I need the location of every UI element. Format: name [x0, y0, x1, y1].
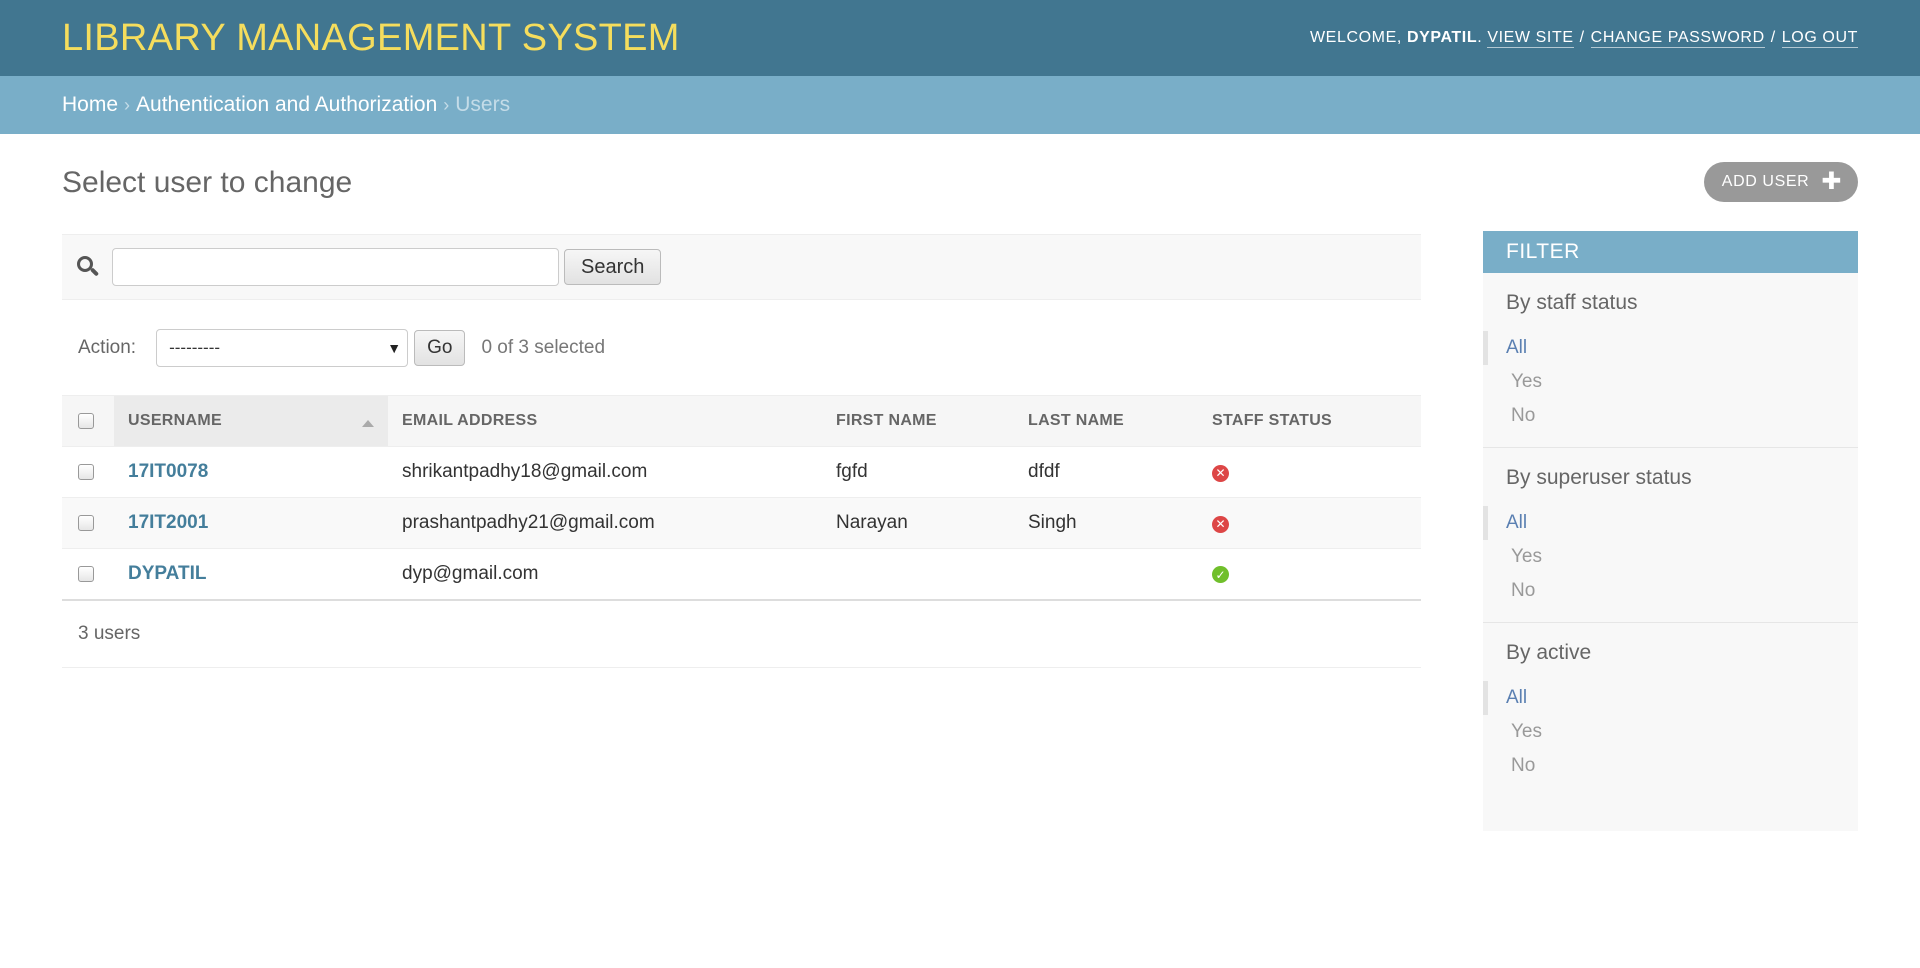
user-tools: WELCOME, DYPATIL. VIEW SITE / CHANGE PAS…	[1309, 28, 1858, 48]
go-button[interactable]: Go	[414, 329, 466, 366]
table-row: 17IT2001 prashantpadhy21@gmail.com Naray…	[62, 497, 1421, 549]
action-selected-value: ---------	[169, 337, 221, 357]
filter-option-all[interactable]: All	[1483, 681, 1858, 715]
row-checkbox[interactable]	[78, 565, 94, 582]
email-cell: shrikantpadhy18@gmail.com	[388, 446, 822, 498]
email-cell: prashantpadhy21@gmail.com	[388, 497, 822, 549]
username-link[interactable]: DYPATIL	[128, 563, 206, 584]
welcome-text: WELCOME,	[1309, 29, 1402, 46]
paginator: 3 users	[62, 601, 1421, 668]
filter-option-yes[interactable]: Yes	[1483, 540, 1858, 574]
search-icon	[76, 255, 100, 279]
action-label: Action:	[78, 336, 137, 358]
select-all-header	[62, 395, 114, 447]
column-header-staff-status[interactable]: STAFF STATUS	[1198, 395, 1421, 447]
breadcrumb-auth[interactable]: Authentication and Authorization	[136, 93, 437, 117]
site-title[interactable]: LIBRARY MANAGEMENT SYSTEM	[62, 17, 680, 60]
username-link[interactable]: 17IT0078	[128, 461, 208, 482]
last-name-cell	[1014, 548, 1198, 601]
last-name-cell: Singh	[1014, 497, 1198, 549]
filter-heading: By staff status	[1506, 291, 1638, 314]
column-header-email[interactable]: EMAIL ADDRESS	[388, 395, 822, 447]
add-user-label: ADD USER	[1721, 173, 1810, 190]
email-cell: dyp@gmail.com	[388, 548, 822, 601]
search-bar: Search	[62, 234, 1421, 300]
check-circle-icon: ✓	[1212, 566, 1229, 584]
row-checkbox[interactable]	[78, 463, 94, 480]
view-site-link[interactable]: VIEW SITE	[1487, 29, 1574, 48]
filter-group-staff-status: By staff status All Yes No	[1483, 273, 1858, 448]
table-header-row: USERNAME EMAIL ADDRESS FIRST NAME LAST N…	[62, 395, 1421, 447]
row-checkbox[interactable]	[78, 514, 94, 531]
filter-panel: FILTER By staff status All Yes No By sup…	[1483, 231, 1858, 831]
header: LIBRARY MANAGEMENT SYSTEM WELCOME, DYPAT…	[0, 0, 1920, 76]
breadcrumb-home[interactable]: Home	[62, 93, 118, 117]
page-title: Select user to change	[62, 166, 353, 199]
caret-down-icon: ▼	[387, 339, 402, 356]
x-circle-icon: ✕	[1212, 515, 1229, 533]
changelist: Search Action: --------- ▼ Go 0 of 3 sel…	[62, 234, 1421, 668]
username-link[interactable]: 17IT2001	[128, 512, 208, 533]
search-button[interactable]: Search	[564, 249, 662, 285]
filter-title: FILTER	[1483, 231, 1858, 273]
actions-bar: Action: --------- ▼ Go 0 of 3 selected	[62, 300, 1421, 395]
first-name-cell: Narayan	[822, 497, 1014, 549]
column-header-last-name[interactable]: LAST NAME	[1014, 395, 1198, 447]
current-username: DYPATIL	[1406, 29, 1478, 46]
filter-heading: By superuser status	[1506, 466, 1692, 489]
filter-option-all[interactable]: All	[1483, 331, 1858, 365]
select-all-checkbox[interactable]	[78, 412, 94, 429]
filter-option-no[interactable]: No	[1483, 574, 1858, 608]
breadcrumb-current: Users	[455, 93, 511, 116]
sort-ascending-icon[interactable]	[362, 420, 374, 427]
filter-option-yes[interactable]: Yes	[1483, 365, 1858, 399]
results-table: USERNAME EMAIL ADDRESS FIRST NAME LAST N…	[62, 395, 1421, 601]
action-select[interactable]: --------- ▼	[156, 328, 409, 367]
breadcrumb: Home › Authentication and Authorization …	[0, 76, 1920, 134]
first-name-cell: fgfd	[822, 446, 1014, 498]
first-name-cell	[822, 548, 1014, 601]
table-row: 17IT0078 shrikantpadhy18@gmail.com fgfd …	[62, 446, 1421, 498]
change-password-link[interactable]: CHANGE PASSWORD	[1590, 29, 1765, 48]
filter-heading: By active	[1506, 641, 1592, 664]
search-input[interactable]	[112, 248, 559, 286]
selected-count: 0 of 3 selected	[481, 336, 606, 358]
add-user-button[interactable]: ADD USER ✚	[1703, 162, 1858, 202]
filter-option-all[interactable]: All	[1483, 506, 1858, 540]
filter-option-no[interactable]: No	[1483, 749, 1858, 783]
x-circle-icon: ✕	[1212, 464, 1229, 482]
filter-group-active: By active All Yes No	[1483, 623, 1858, 797]
filter-option-no[interactable]: No	[1483, 399, 1858, 433]
last-name-cell: dfdf	[1014, 446, 1198, 498]
table-row: DYPATIL dyp@gmail.com ✓	[62, 548, 1421, 601]
column-header-first-name[interactable]: FIRST NAME	[822, 395, 1014, 447]
filter-group-superuser-status: By superuser status All Yes No	[1483, 448, 1858, 623]
filter-option-yes[interactable]: Yes	[1483, 715, 1858, 749]
log-out-link[interactable]: LOG OUT	[1781, 29, 1858, 48]
plus-icon: ✚	[1821, 168, 1842, 195]
column-header-username[interactable]: USERNAME	[114, 395, 388, 447]
